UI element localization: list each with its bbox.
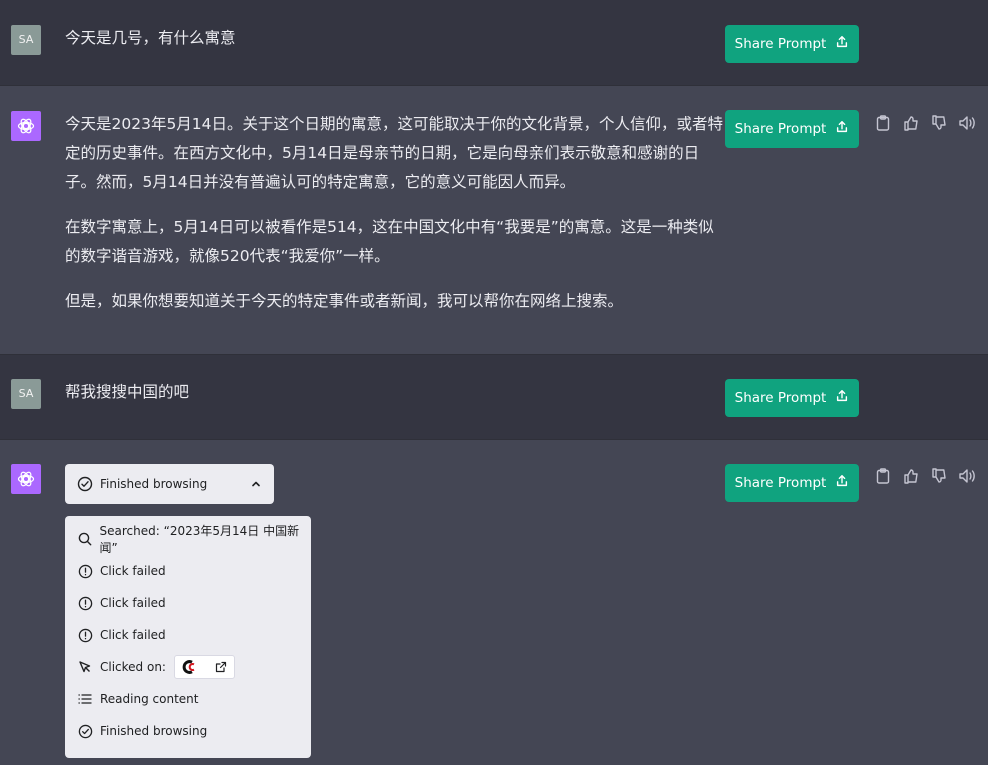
browse-step-click-failed: Click failed [77, 587, 311, 619]
browse-step-label: Click failed [100, 596, 166, 610]
list-icon [77, 691, 93, 707]
assistant-paragraph: 在数字寓意上，5月14日可以被看作是514，这在中国文化中有“我要是”的寓意。这… [65, 218, 714, 265]
share-icon [835, 35, 849, 53]
browse-step-label: Clicked on: [100, 660, 166, 674]
chevron-up-icon [250, 478, 262, 490]
browse-step-label: Searched: “2023年5月14日 中国新闻” [99, 524, 300, 555]
share-button-label: Share Prompt [734, 121, 827, 137]
check-circle-icon [77, 723, 93, 739]
thumbs-up-icon[interactable] [901, 113, 921, 133]
assistant-paragraph: 今天是2023年5月14日。关于这个日期的寓意，这可能取决于你的文化背景，个人信… [65, 115, 724, 191]
alert-circle-icon [77, 595, 93, 611]
alert-circle-icon [77, 627, 93, 643]
clicked-site-chip[interactable] [173, 655, 235, 679]
share-prompt-button[interactable]: Share Prompt [725, 379, 859, 417]
user-message-text: 帮我搜搜中国的吧 [65, 383, 190, 401]
openai-logo-icon [11, 111, 41, 141]
user-avatar: SA [11, 25, 41, 55]
browse-step-clicked-on: Clicked on: [77, 651, 311, 683]
browse-step-reading: Reading content [77, 683, 311, 715]
message-actions [873, 465, 977, 487]
speaker-icon[interactable] [957, 466, 977, 486]
thumbs-up-icon[interactable] [901, 466, 921, 486]
message-actions [873, 112, 977, 134]
share-icon [835, 389, 849, 407]
thumbs-down-icon[interactable] [929, 113, 949, 133]
speaker-icon[interactable] [957, 113, 977, 133]
user-message-row-1: SA 今天是几号，有什么寓意 Share Prompt [0, 0, 988, 85]
share-icon [835, 474, 849, 492]
browse-step-finished: Finished browsing [77, 715, 311, 747]
share-button-label: Share Prompt [734, 390, 827, 406]
alert-circle-icon [77, 563, 93, 579]
check-circle-icon [77, 476, 93, 492]
browsing-status-label: Finished browsing [100, 477, 208, 491]
browsing-steps-panel: Searched: “2023年5月14日 中国新闻” Click failed… [65, 516, 311, 758]
user-avatar: SA [11, 379, 41, 409]
thumbs-down-icon[interactable] [929, 466, 949, 486]
assistant-paragraph: 但是，如果你想要知道关于今天的特定事件或者新闻，我可以帮你在网络上搜索。 [65, 292, 624, 310]
browse-step-label: Finished browsing [100, 724, 208, 738]
user-message-row-2: SA 帮我搜搜中国的吧 Share Prompt [0, 355, 988, 439]
browse-step-label: Click failed [100, 564, 166, 578]
openai-logo-icon [11, 464, 41, 494]
browse-step-click-failed: Click failed [77, 555, 311, 587]
cursor-icon [77, 659, 93, 675]
external-link-icon[interactable] [215, 661, 227, 673]
share-icon [835, 120, 849, 138]
browse-step-label: Click failed [100, 628, 166, 642]
user-message-text: 今天是几号，有什么寓意 [65, 29, 236, 47]
share-prompt-button[interactable]: Share Prompt [725, 110, 859, 148]
share-button-label: Share Prompt [734, 36, 827, 52]
clipboard-icon[interactable] [873, 113, 893, 133]
browse-step-search: Searched: “2023年5月14日 中国新闻” [77, 523, 311, 555]
browse-step-label: Reading content [100, 692, 199, 706]
search-icon [77, 531, 93, 547]
share-prompt-button[interactable]: Share Prompt [725, 25, 859, 63]
clipboard-icon[interactable] [873, 466, 893, 486]
browse-step-click-failed: Click failed [77, 619, 311, 651]
browsing-status-toggle[interactable]: Finished browsing [65, 464, 274, 504]
share-prompt-button[interactable]: Share Prompt [725, 464, 859, 502]
assistant-message-row-1: 今天是2023年5月14日。关于这个日期的寓意，这可能取决于你的文化背景，个人信… [0, 86, 988, 354]
assistant-message-text: 今天是2023年5月14日。关于这个日期的寓意，这可能取决于你的文化背景，个人信… [65, 110, 725, 332]
site-logo-icon [182, 660, 198, 674]
share-button-label: Share Prompt [734, 475, 827, 491]
